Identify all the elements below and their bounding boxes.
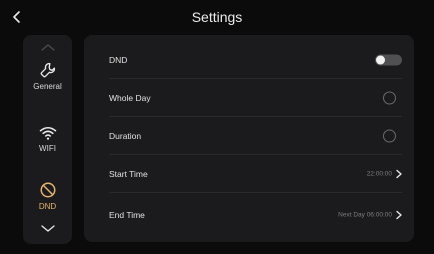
start-time-value-group: 22:00:00 xyxy=(366,169,402,179)
dnd-label: DND xyxy=(109,55,128,65)
end-time-label: End Time xyxy=(109,210,145,220)
wifi-icon xyxy=(39,127,56,140)
divider xyxy=(109,192,402,193)
scroll-up-button[interactable] xyxy=(23,43,72,51)
toggle-knob xyxy=(376,55,385,65)
start-time-label: Start Time xyxy=(109,169,148,179)
sidebar-item-label: WIFI xyxy=(39,144,56,153)
end-time-row[interactable]: End Time Next Day 06:00:00 xyxy=(84,196,414,234)
whole-day-radio[interactable] xyxy=(383,91,396,105)
sidebar-item-wifi[interactable]: WIFI xyxy=(23,125,72,153)
page-title: Settings xyxy=(191,9,243,25)
end-time-value-group: Next Day 06:00:00 xyxy=(338,210,402,220)
end-time-value: Next Day 06:00:00 xyxy=(338,211,392,219)
start-time-value: 22:00:00 xyxy=(366,170,392,178)
wrench-icon xyxy=(40,62,55,78)
header-bar: Settings xyxy=(0,0,434,34)
duration-row[interactable]: Duration xyxy=(84,117,414,155)
scroll-down-button[interactable] xyxy=(23,225,72,233)
dnd-row: DND xyxy=(84,41,414,79)
start-time-row[interactable]: Start Time 22:00:00 xyxy=(84,155,414,193)
sidebar-item-label: General xyxy=(33,82,62,91)
duration-radio[interactable] xyxy=(383,129,396,143)
sidebar-item-general[interactable]: General xyxy=(23,61,72,91)
sidebar-item-label: DND xyxy=(38,202,57,211)
settings-panel: DND Whole Day Duration Start Time 22:00:… xyxy=(84,35,414,242)
chevron-right-icon xyxy=(396,169,402,179)
whole-day-row[interactable]: Whole Day xyxy=(84,79,414,117)
chevron-down-icon xyxy=(40,225,55,232)
dnd-toggle[interactable] xyxy=(375,54,402,66)
chevron-right-icon xyxy=(396,210,402,220)
do-not-disturb-icon xyxy=(40,182,55,198)
sidebar: General WIFI DND xyxy=(23,35,72,244)
whole-day-label: Whole Day xyxy=(109,93,151,103)
sidebar-item-dnd[interactable]: DND xyxy=(23,181,72,211)
chevron-up-icon xyxy=(40,44,55,51)
duration-label: Duration xyxy=(109,131,142,141)
